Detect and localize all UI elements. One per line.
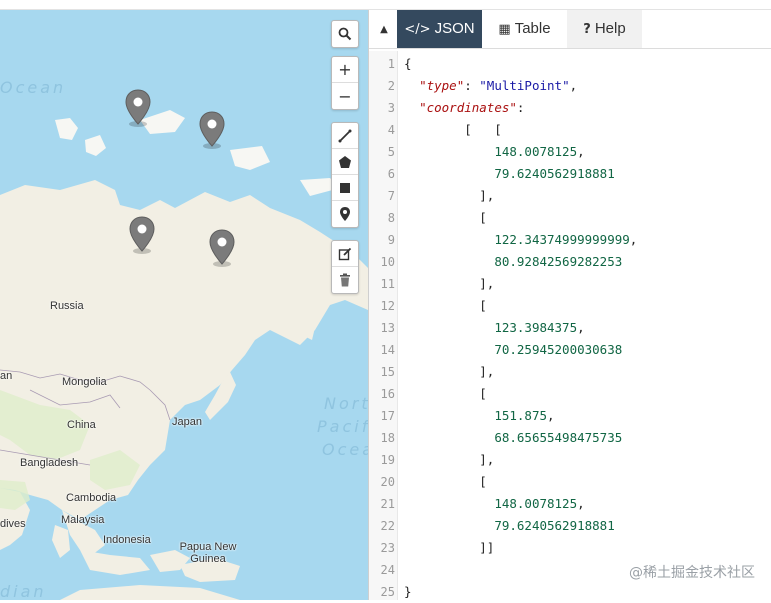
place-label: China [67, 419, 96, 431]
line-number: 21 [380, 497, 395, 511]
tab-json[interactable]: </> JSON [397, 10, 482, 48]
code-line[interactable]: 68.65655498475735 [404, 427, 622, 449]
map-marker[interactable] [128, 215, 156, 255]
place-label: Papua New Guinea [179, 541, 237, 565]
draw-line-icon[interactable] [332, 123, 358, 149]
table-icon: ▦ [498, 22, 511, 37]
place-label: Mongolia [62, 376, 107, 388]
ocean-label: North [324, 394, 368, 413]
line-number: 6 [387, 167, 395, 181]
search-control [331, 20, 359, 48]
tab-label: Help [594, 20, 626, 37]
code-line[interactable]: ], [404, 185, 494, 207]
code-line[interactable]: 70.25945200030638 [404, 339, 622, 361]
line-number: 2 [387, 79, 395, 93]
watermark: @稀土掘金技术社区 [629, 565, 755, 581]
tab-help[interactable]: ? Help [567, 10, 642, 48]
code-icon: </> [404, 22, 431, 37]
code-line[interactable]: 122.34374999999999, [404, 229, 637, 251]
code-line[interactable]: 148.0078125, [404, 141, 584, 163]
question-icon: ? [583, 22, 591, 37]
line-number: 8 [387, 211, 395, 225]
code-line[interactable]: 79.6240562918881 [404, 163, 614, 185]
ocean-label: Pacific [317, 417, 368, 436]
line-number: 17 [380, 409, 395, 423]
line-number: 10 [380, 255, 395, 269]
draw-polygon-icon[interactable] [332, 149, 358, 175]
code-line[interactable]: { [404, 53, 412, 75]
line-number: 19 [380, 453, 395, 467]
place-label: Bangladesh [20, 457, 79, 469]
zoom-out-button[interactable]: − [332, 83, 358, 109]
line-number: 22 [380, 519, 395, 533]
line-number: 23 [380, 541, 395, 555]
code-line[interactable]: 151.875, [404, 405, 554, 427]
code-line[interactable]: 80.92842569282253 [404, 251, 622, 273]
draw-toolbar [331, 122, 359, 228]
place-label: Cambodia [66, 492, 117, 504]
ocean-label: Ocean [0, 78, 67, 97]
line-number: 9 [387, 233, 395, 247]
tab-bar: ▲ </> JSON ▦ Table ? Help [369, 10, 771, 49]
line-number: 20 [380, 475, 395, 489]
code-line[interactable]: "coordinates": [404, 97, 524, 119]
search-icon[interactable] [332, 21, 358, 47]
map-view[interactable]: Ocean North Pacific Ocean dian Russia Mo… [0, 10, 368, 600]
line-number: 13 [380, 321, 395, 335]
line-number: 14 [380, 343, 395, 357]
place-label: dives [0, 518, 26, 530]
code-line[interactable]: ], [404, 449, 494, 471]
place-label: an [0, 370, 13, 382]
code-line[interactable]: 123.3984375, [404, 317, 584, 339]
code-line[interactable]: 79.6240562918881 [404, 515, 614, 537]
code-line[interactable]: ], [404, 273, 494, 295]
code-line[interactable]: "type": "MultiPoint", [404, 75, 577, 97]
place-label: Indonesia [103, 534, 151, 546]
line-number: 24 [380, 563, 395, 577]
line-number: 12 [380, 299, 395, 313]
line-number: 11 [380, 277, 395, 291]
side-panel: ▲ </> JSON ▦ Table ? Help 1 {2 "type": "Mult… [369, 10, 771, 600]
top-bar [0, 0, 771, 10]
place-label: Malaysia [61, 514, 105, 526]
code-line[interactable]: [ [ [404, 119, 502, 141]
line-number: 1 [387, 57, 395, 71]
json-editor[interactable]: 1 {2 "type": "MultiPoint", 3 "coordinates"… [369, 51, 771, 600]
code-line[interactable]: [ [404, 471, 487, 493]
code-line[interactable]: ], [404, 361, 494, 383]
tab-table[interactable]: ▦ Table [482, 10, 567, 48]
draw-marker-icon[interactable] [332, 201, 358, 227]
code-line[interactable]: ]] [404, 537, 494, 559]
tab-label: Table [514, 20, 551, 37]
line-number: 7 [387, 189, 395, 203]
ocean-label: dian [0, 582, 47, 600]
map-marker[interactable] [198, 110, 226, 150]
code-line[interactable]: [ [404, 295, 487, 317]
zoom-control: + − [331, 56, 359, 110]
delete-icon[interactable] [332, 267, 358, 293]
code-line[interactable]: [ [404, 383, 487, 405]
line-number: 4 [387, 123, 395, 137]
place-label: Russia [50, 300, 84, 312]
code-line[interactable]: 148.0078125, [404, 493, 584, 515]
line-number: 5 [387, 145, 395, 159]
line-number: 15 [380, 365, 395, 379]
tab-label: JSON [434, 20, 475, 37]
map-marker[interactable] [208, 228, 236, 268]
zoom-in-button[interactable]: + [332, 57, 358, 83]
line-number: 16 [380, 387, 395, 401]
line-number: 3 [387, 101, 395, 115]
line-number: 18 [380, 431, 395, 445]
place-label: Japan [172, 416, 202, 428]
collapse-up-icon[interactable]: ▲ [375, 20, 393, 40]
draw-rectangle-icon[interactable] [332, 175, 358, 201]
code-line[interactable]: [ [404, 207, 487, 229]
edit-toolbar [331, 240, 359, 294]
edit-icon[interactable] [332, 241, 358, 267]
map-marker[interactable] [124, 88, 152, 128]
ocean-label: Ocean [322, 440, 368, 459]
